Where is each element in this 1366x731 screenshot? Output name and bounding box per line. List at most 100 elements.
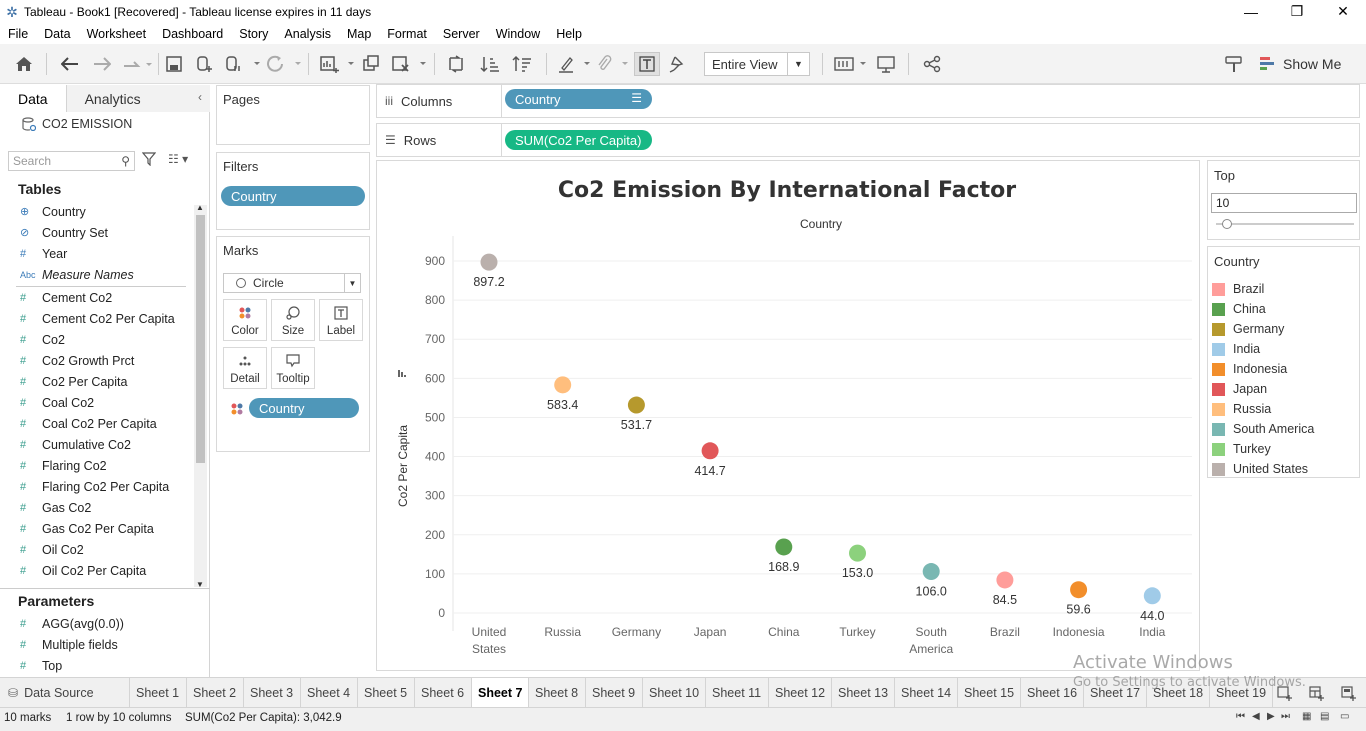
field-flaring-co2[interactable]: # Flaring Co2 xyxy=(20,455,107,476)
label-button[interactable]: Label xyxy=(319,299,363,341)
sheet-tab-sheet-12[interactable]: Sheet 12 xyxy=(769,678,832,707)
fit-view-select[interactable]: Entire View ▼ xyxy=(704,52,810,76)
legend-item-germany[interactable]: Germany xyxy=(1212,319,1284,339)
legend-item-china[interactable]: China xyxy=(1212,299,1266,319)
tab-analytics[interactable]: Analytics xyxy=(66,85,210,112)
data-point-united-states[interactable] xyxy=(480,253,498,271)
field-gas-co2-per-capita[interactable]: # Gas Co2 Per Capita xyxy=(20,518,154,539)
data-point-germany[interactable] xyxy=(627,396,645,414)
duplicate-sheet-icon[interactable] xyxy=(360,52,382,76)
field-flaring-co2-per-capita[interactable]: # Flaring Co2 Per Capita xyxy=(20,476,169,497)
legend-item-japan[interactable]: Japan xyxy=(1212,379,1267,399)
sheet-tab-sheet-5[interactable]: Sheet 5 xyxy=(358,678,415,707)
show-cards-icon[interactable] xyxy=(832,52,868,76)
view-options-icon[interactable]: ☷ ▾ xyxy=(168,152,188,166)
collapse-pane-icon[interactable]: ‹ xyxy=(198,90,202,104)
marks-pill-country[interactable]: Country xyxy=(249,398,359,418)
filter-pill-country[interactable]: Country xyxy=(221,186,365,206)
scroll-down-icon[interactable]: ▼ xyxy=(196,580,204,589)
new-worksheet-icon[interactable] xyxy=(318,52,356,76)
menu-format[interactable]: Format xyxy=(379,27,435,41)
slider-knob[interactable] xyxy=(1222,219,1232,229)
legend-item-turkey[interactable]: Turkey xyxy=(1212,439,1271,459)
show-mark-labels-icon[interactable] xyxy=(634,52,660,76)
field-year[interactable]: # Year xyxy=(20,243,67,264)
close-button[interactable]: ✕ xyxy=(1320,0,1366,23)
filmstrip-icon[interactable]: ▤ xyxy=(1320,711,1329,722)
data-point-indonesia[interactable] xyxy=(1070,581,1088,599)
new-dashboard-icon[interactable] xyxy=(1308,684,1326,702)
share-icon[interactable] xyxy=(920,52,944,76)
field-co2[interactable]: # Co2 xyxy=(20,329,65,350)
parameter-top[interactable]: # Top xyxy=(20,655,62,676)
field-oil-co2-per-capita[interactable]: # Oil Co2 Per Capita xyxy=(20,560,146,581)
mark-type-select[interactable]: Circle ▼ xyxy=(223,273,361,293)
pages-card[interactable]: Pages xyxy=(216,85,370,145)
data-point-brazil[interactable] xyxy=(996,571,1014,589)
menu-analysis[interactable]: Analysis xyxy=(276,27,339,41)
columns-shelf[interactable]: iii Columns Country ☰ xyxy=(376,84,1360,118)
rows-pill-sum-co2-per-capita[interactable]: SUM(Co2 Per Capita) xyxy=(505,130,652,150)
data-point-turkey[interactable] xyxy=(849,544,866,562)
legend-item-brazil[interactable]: Brazil xyxy=(1212,279,1264,299)
chart-view[interactable]: Co2 Emission By International Factor Cou… xyxy=(376,160,1200,671)
replay-icon[interactable] xyxy=(120,52,154,76)
field-measure-names[interactable]: Abc Measure Names xyxy=(20,264,134,285)
sheet-tab-sheet-3[interactable]: Sheet 3 xyxy=(244,678,301,707)
new-story-icon[interactable] xyxy=(1340,684,1358,702)
data-source-tab[interactable]: ⛁ Data Source xyxy=(0,678,130,707)
next-sheet-icon[interactable]: ▶ xyxy=(1267,711,1275,722)
format-painter-icon[interactable] xyxy=(1222,52,1246,76)
field-co2-per-capita[interactable]: # Co2 Per Capita xyxy=(20,371,127,392)
legend-item-united-states[interactable]: United States xyxy=(1212,459,1308,479)
sheet-tab-sheet-2[interactable]: Sheet 2 xyxy=(187,678,244,707)
tab-data[interactable]: Data xyxy=(0,85,67,112)
save-icon[interactable] xyxy=(164,52,184,76)
datasource-item[interactable]: CO2 EMISSION xyxy=(22,117,132,131)
sheet-tab-sheet-10[interactable]: Sheet 10 xyxy=(643,678,706,707)
sheet-tab-sheet-4[interactable]: Sheet 4 xyxy=(301,678,358,707)
sheet-tab-sheet-9[interactable]: Sheet 9 xyxy=(586,678,643,707)
clear-sheet-icon[interactable] xyxy=(390,52,428,76)
field-co2-growth-prct[interactable]: # Co2 Growth Prct xyxy=(20,350,134,371)
chevron-down-icon[interactable]: ▼ xyxy=(344,274,360,292)
menu-server[interactable]: Server xyxy=(435,27,488,41)
home-icon[interactable] xyxy=(12,52,36,76)
swap-rows-columns-icon[interactable] xyxy=(444,52,468,76)
sort-ascending-icon[interactable] xyxy=(478,52,502,76)
detail-button[interactable]: Detail xyxy=(223,347,267,389)
columns-pill-country[interactable]: Country ☰ xyxy=(505,89,652,109)
legend-item-south-america[interactable]: South America xyxy=(1212,419,1314,439)
tooltip-button[interactable]: Tooltip xyxy=(271,347,315,389)
menu-dashboard[interactable]: Dashboard xyxy=(154,27,231,41)
sheet-tab-sheet-6[interactable]: Sheet 6 xyxy=(415,678,472,707)
scroll-thumb[interactable] xyxy=(196,215,205,463)
group-members-icon[interactable] xyxy=(594,52,630,76)
tabs-view-icon[interactable]: ▭ xyxy=(1340,711,1349,722)
new-datasource-icon[interactable] xyxy=(194,52,216,76)
sheet-tab-sheet-13[interactable]: Sheet 13 xyxy=(832,678,895,707)
size-button[interactable]: Size xyxy=(271,299,315,341)
legend-item-indonesia[interactable]: Indonesia xyxy=(1212,359,1287,379)
field-cement-co2[interactable]: # Cement Co2 xyxy=(20,287,112,308)
pause-updates-icon[interactable] xyxy=(224,52,262,76)
field-country-set[interactable]: ⊘ Country Set xyxy=(20,222,108,243)
highlight-icon[interactable] xyxy=(556,52,592,76)
parameter-multiple-fields[interactable]: # Multiple fields xyxy=(20,634,118,655)
prev-sheet-icon[interactable]: ◀ xyxy=(1252,711,1260,722)
sort-descending-icon[interactable] xyxy=(510,52,534,76)
menu-window[interactable]: Window xyxy=(488,27,548,41)
search-input[interactable]: Search ⚲ xyxy=(8,151,135,171)
data-point-china[interactable] xyxy=(775,538,793,556)
last-sheet-icon[interactable]: ⏭ xyxy=(1281,711,1290,722)
legend-item-russia[interactable]: Russia xyxy=(1212,399,1271,419)
field-coal-co2-per-capita[interactable]: # Coal Co2 Per Capita xyxy=(20,413,157,434)
field-cement-co2-per-capita[interactable]: # Cement Co2 Per Capita xyxy=(20,308,175,329)
filters-card[interactable]: Filters Country xyxy=(216,152,370,230)
presentation-mode-icon[interactable] xyxy=(874,52,898,76)
parameter-agg-avg-0-0[interactable]: # AGG(avg(0.0)) xyxy=(20,613,124,634)
sheet-tab-sheet-15[interactable]: Sheet 15 xyxy=(958,678,1021,707)
rows-shelf[interactable]: ☰ Rows SUM(Co2 Per Capita) xyxy=(376,123,1360,157)
data-point-south-america[interactable] xyxy=(922,563,940,581)
refresh-icon[interactable] xyxy=(264,52,304,76)
